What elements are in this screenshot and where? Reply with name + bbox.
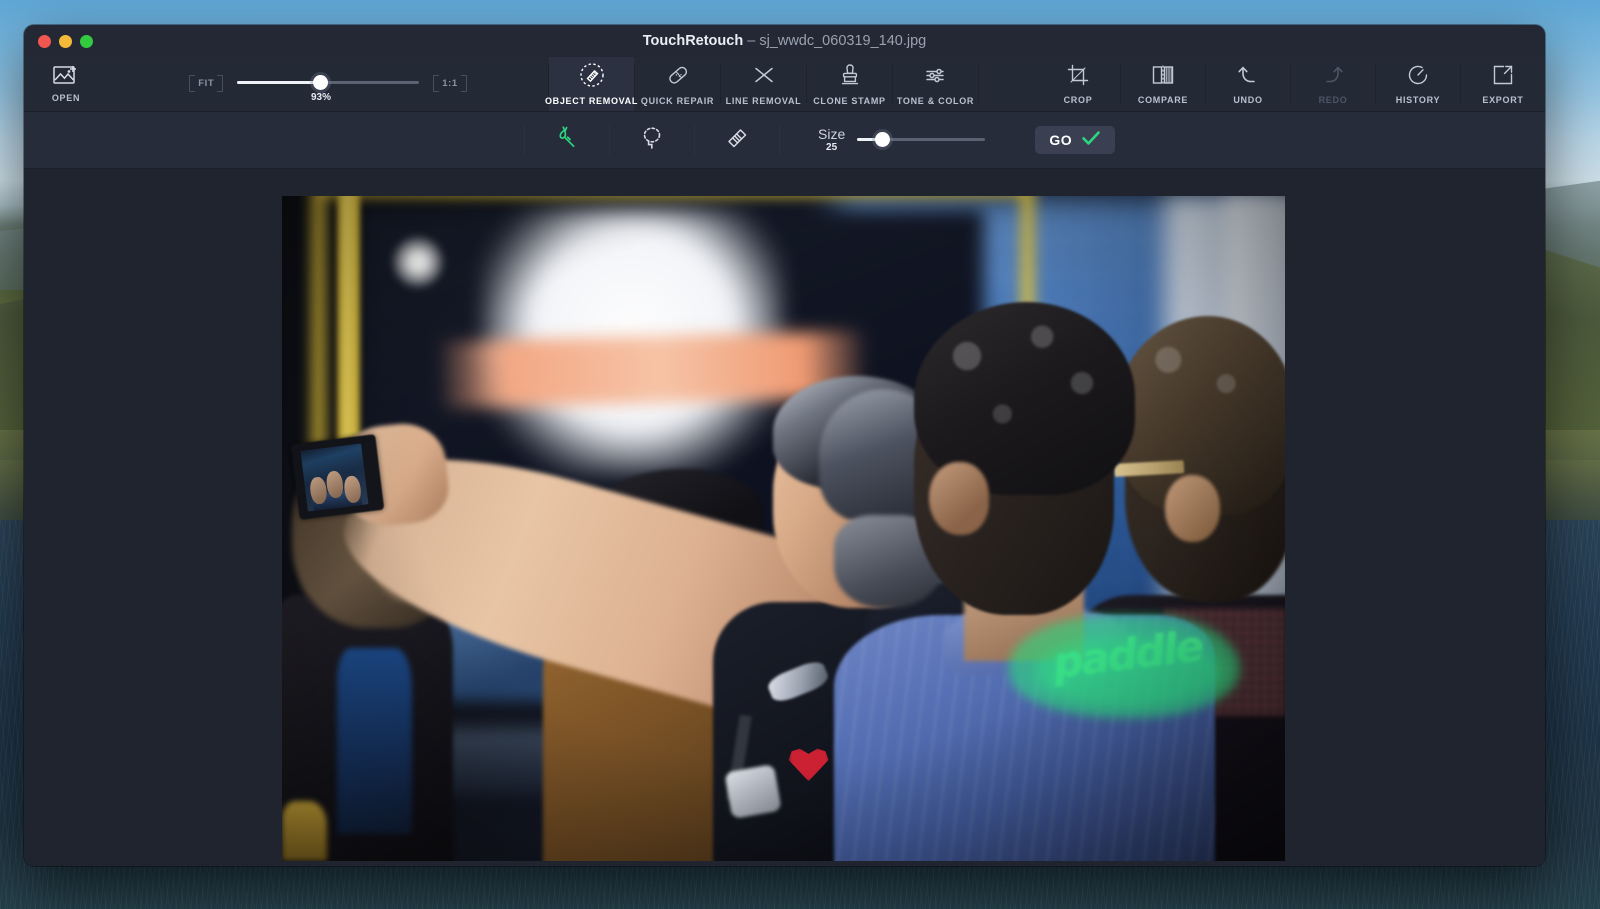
- tab-line-removal[interactable]: LINE REMOVAL: [721, 57, 806, 111]
- lasso-tool-button[interactable]: [610, 112, 694, 168]
- tab-label: TONE & COLOR: [896, 96, 975, 106]
- tab-quick-repair[interactable]: QUICK REPAIR: [635, 57, 720, 111]
- brush-size-slider[interactable]: [857, 129, 986, 151]
- photo-canvas[interactable]: paddle: [282, 196, 1285, 861]
- traffic-lights: [24, 34, 93, 48]
- undo-button[interactable]: UNDO: [1206, 57, 1290, 111]
- redo-arrow-icon: [1321, 63, 1345, 92]
- history-button[interactable]: HISTORY: [1376, 57, 1460, 111]
- window-title: TouchRetouch – sj_wwdc_060319_140.jpg: [24, 33, 1545, 49]
- phone-screen: [300, 443, 369, 513]
- sliders-icon: [923, 62, 949, 93]
- right-man-ear: [1164, 475, 1220, 542]
- action-label: HISTORY: [1395, 95, 1441, 105]
- minimize-button[interactable]: [59, 34, 72, 48]
- go-button-label: GO: [1049, 132, 1073, 148]
- tab-label: CLONE STAMP: [813, 96, 886, 106]
- zoom-slider-fill: [237, 81, 321, 84]
- zoom-fit-button[interactable]: FIT: [189, 74, 224, 92]
- file-name: sj_wwdc_060319_140.jpg: [759, 33, 927, 49]
- export-icon: [1491, 63, 1515, 92]
- canvas-area[interactable]: paddle: [24, 169, 1545, 866]
- zoom-control-group: FIT 93% 1:1: [108, 57, 548, 111]
- action-label: EXPORT: [1482, 95, 1524, 105]
- main-toolbar: OPEN FIT 93% 1:1 OBJECT REMOVAL QUICK RE…: [24, 57, 1545, 112]
- tab-tone-and-color[interactable]: TONE & COLOR: [893, 57, 978, 111]
- brush-size-readout: Size 25: [818, 126, 845, 154]
- eraser-tool-button[interactable]: [695, 112, 779, 168]
- zoom-actual-size-button[interactable]: 1:1: [433, 74, 467, 92]
- open-label: OPEN: [51, 93, 81, 103]
- brush-size-thumb[interactable]: [875, 132, 891, 147]
- tab-object-removal[interactable]: OBJECT REMOVAL: [545, 57, 637, 111]
- tool-tabs: OBJECT REMOVAL QUICK REPAIR LINE REMOVAL…: [545, 57, 978, 111]
- zoom-button[interactable]: [80, 34, 93, 48]
- tab-clone-stamp[interactable]: CLONE STAMP: [807, 57, 892, 111]
- title-bar: TouchRetouch – sj_wwdc_060319_140.jpg: [24, 25, 1545, 57]
- eraser-icon: [720, 121, 754, 160]
- go-button[interactable]: GO: [1035, 126, 1116, 154]
- check-icon: [1081, 130, 1101, 151]
- tab-label: QUICK REPAIR: [640, 96, 715, 106]
- title-separator: –: [743, 33, 760, 49]
- zoom-value-label: 93%: [310, 92, 331, 103]
- crop-icon: [1066, 63, 1090, 92]
- tab-label: LINE REMOVAL: [725, 96, 802, 106]
- touchretouch-window: TouchRetouch – sj_wwdc_060319_140.jpg OP…: [24, 25, 1545, 866]
- brush-size-label: Size: [818, 126, 846, 143]
- action-label: REDO: [1318, 95, 1348, 105]
- brush-size-group: Size 25: [780, 112, 986, 168]
- brush-size-value: 25: [826, 142, 838, 154]
- toolbar-divider: [978, 65, 979, 103]
- undo-arrow-icon: [1236, 63, 1260, 92]
- options-toolbar: Size 25 GO: [24, 112, 1545, 169]
- action-label: CROP: [1063, 95, 1093, 105]
- compare-button[interactable]: COMPARE: [1121, 57, 1205, 111]
- options-toolbar-spacer: [24, 112, 524, 168]
- export-button[interactable]: EXPORT: [1461, 57, 1545, 111]
- history-icon: [1406, 63, 1430, 92]
- tab-label: OBJECT REMOVAL: [544, 96, 639, 106]
- stamp-icon: [837, 62, 863, 93]
- zoom-slider-thumb[interactable]: [313, 75, 329, 90]
- brush-mask-selection: [1009, 614, 1240, 718]
- desktop-background: TouchRetouch – sj_wwdc_060319_140.jpg OP…: [0, 0, 1600, 909]
- app-name: TouchRetouch: [642, 33, 744, 49]
- left-person-shirt: [337, 648, 413, 835]
- redo-button[interactable]: REDO: [1291, 57, 1375, 111]
- lasso-icon: [635, 121, 669, 160]
- zoom-slider[interactable]: 93%: [237, 70, 420, 103]
- compare-icon: [1151, 63, 1175, 92]
- image-add-icon: [53, 65, 79, 90]
- action-label: UNDO: [1233, 95, 1263, 105]
- brush-tool-button[interactable]: [525, 112, 609, 168]
- crop-button[interactable]: CROP: [1036, 57, 1120, 111]
- conference-badge: [724, 763, 783, 819]
- close-button[interactable]: [38, 34, 51, 48]
- action-label: COMPARE: [1137, 95, 1189, 105]
- brush-icon: [550, 121, 584, 160]
- curly-man-ear: [928, 462, 990, 536]
- toolbar-actions: CROP COMPARE UNDO REDO HISTORY EXPORT: [1036, 57, 1545, 111]
- open-button[interactable]: OPEN: [24, 57, 108, 111]
- cross-lines-icon: [751, 62, 777, 93]
- object-removal-icon: [579, 62, 605, 93]
- left-yellow-object: [282, 801, 328, 861]
- bandage-icon: [665, 62, 691, 93]
